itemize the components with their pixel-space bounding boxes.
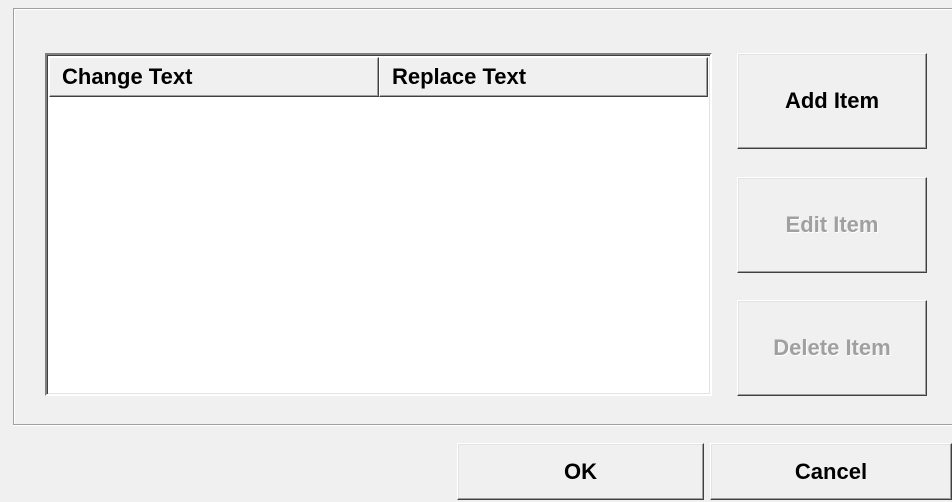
cancel-button[interactable]: Cancel [710, 443, 952, 500]
delete-item-button[interactable]: Delete Item [737, 300, 927, 396]
list-header: Change Text Replace Text [49, 57, 708, 97]
column-header-replace-text[interactable]: Replace Text [379, 57, 708, 97]
edit-item-button[interactable]: Edit Item [737, 177, 927, 273]
text-replacement-dialog: Change Text Replace Text Add Item Edit I… [0, 0, 952, 502]
add-item-button[interactable]: Add Item [737, 53, 927, 149]
column-header-change-text[interactable]: Change Text [49, 57, 379, 97]
replacement-list[interactable]: Change Text Replace Text [45, 53, 712, 396]
ok-button[interactable]: OK [457, 443, 704, 500]
list-body[interactable] [49, 97, 708, 392]
